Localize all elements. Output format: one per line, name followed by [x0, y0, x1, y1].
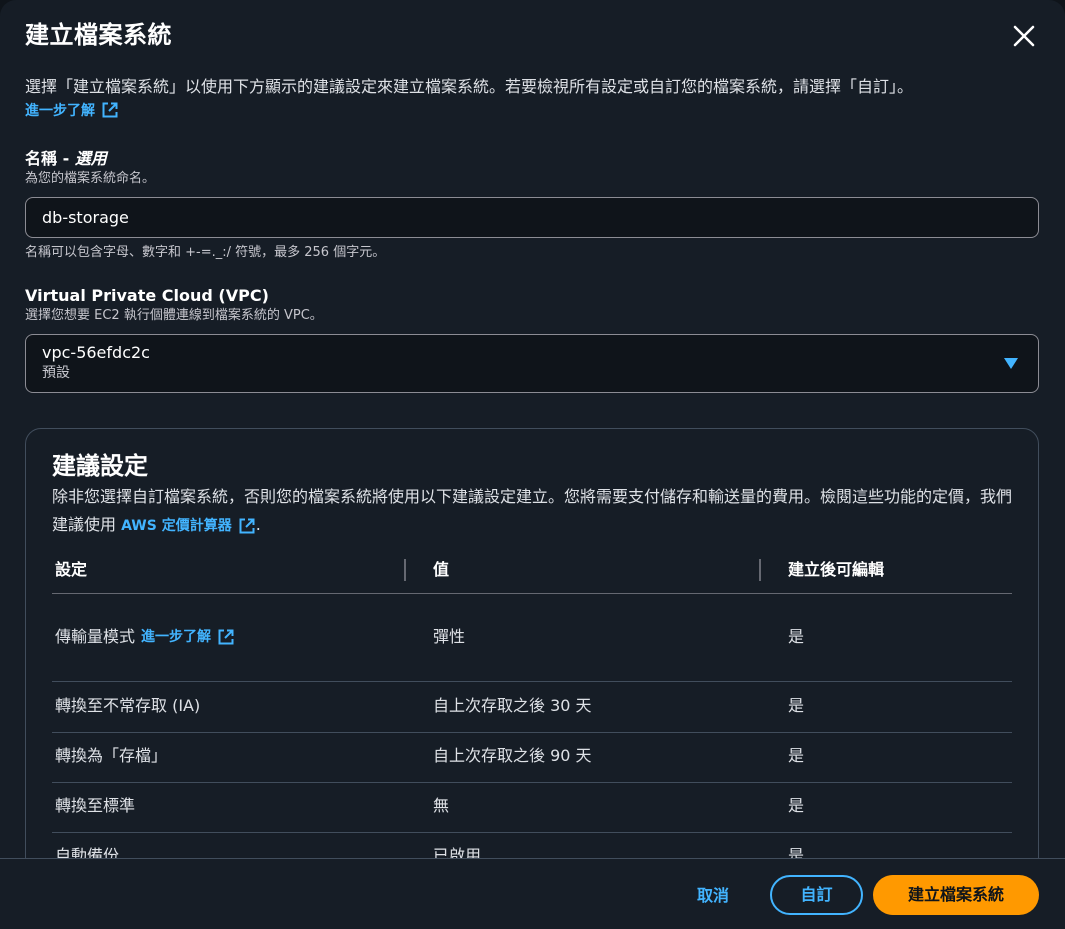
row-setting-cell: 轉換至不常存取 (IA) — [55, 696, 201, 715]
pricing-calculator-link[interactable]: AWS 定價計算器 — [121, 512, 256, 540]
create-file-system-modal: 建立檔案系統 選擇「建立檔案系統」以使用下方顯示的建議設定來建立檔案系統。若要檢… — [0, 0, 1065, 929]
vpc-field-label: Virtual Private Cloud (VPC) — [25, 286, 269, 305]
row-editable-cell: 是 — [788, 746, 805, 765]
vpc-field-description: 選擇您想要 EC2 執行個體連線到檔案系統的 VPC。 — [25, 308, 323, 323]
table-row: 轉換為「存檔」 自上次存取之後 90 天 是 — [52, 733, 1012, 783]
close-button[interactable] — [1010, 22, 1038, 50]
close-icon — [1013, 25, 1035, 47]
caret-down-icon — [1004, 358, 1018, 369]
table-row: 轉換至不常存取 (IA) 自上次存取之後 30 天 是 — [52, 682, 1012, 733]
throughput-learn-more-link[interactable]: 進一步了解 — [141, 626, 235, 648]
column-header-editable: 建立後可編輯 — [788, 560, 885, 579]
learn-more-link[interactable]: 進一步了解 — [25, 100, 119, 120]
create-file-system-button[interactable]: 建立檔案系統 — [873, 875, 1039, 915]
name-field-description: 為您的檔案系統命名。 — [25, 171, 156, 186]
name-field-constraint: 名稱可以包含字母、數字和 +-=._:/ 符號，最多 256 個字元。 — [25, 245, 386, 260]
table-row: 傳輸量模式 進一步了解 彈性 是 — [52, 594, 1012, 682]
column-divider — [404, 559, 406, 581]
vpc-select-value: vpc-56efdc2c — [42, 343, 150, 362]
row-editable-cell: 是 — [788, 696, 805, 715]
row-value-cell: 自上次存取之後 90 天 — [433, 746, 592, 765]
external-link-icon — [102, 102, 118, 118]
pricing-calculator-label: AWS 定價計算器 — [121, 518, 232, 534]
throughput-learn-more-label: 進一步了解 — [141, 629, 212, 645]
name-label-text: 名稱 - — [25, 149, 75, 168]
row-value-cell: 自上次存取之後 30 天 — [433, 696, 592, 715]
row-setting-cell: 轉換為「存檔」 — [55, 746, 168, 765]
vpc-select[interactable]: vpc-56efdc2c 預設 — [25, 334, 1039, 393]
name-field: 名稱 - 選用 為您的檔案系統命名。 db-storage 名稱可以包含字母、數… — [25, 148, 1039, 262]
settings-table: 設定 值 建立後可編輯 傳輸量模式 進一步了解 彈性 是 轉換至不常存取 (IA… — [52, 551, 1012, 882]
row-setting-cell: 轉換至標準 — [55, 796, 136, 815]
row-value-cell: 彈性 — [433, 627, 466, 646]
throughput-mode-label: 傳輸量模式 — [55, 627, 136, 646]
row-value-cell: 無 — [433, 796, 450, 815]
table-header: 設定 值 建立後可編輯 — [52, 551, 1012, 594]
column-header-value: 值 — [433, 560, 450, 579]
name-field-label: 名稱 - 選用 — [25, 148, 1039, 170]
vpc-field: Virtual Private Cloud (VPC) 選擇您想要 EC2 執行… — [25, 285, 1039, 393]
cancel-button[interactable]: 取消 — [673, 877, 753, 917]
column-header-setting: 設定 — [55, 560, 88, 579]
vpc-select-sublabel: 預設 — [42, 365, 70, 381]
modal-body: 選擇「建立檔案系統」以使用下方顯示的建議設定來建立檔案系統。若要檢視所有設定或自… — [25, 74, 1039, 393]
table-row: 轉換至標準 無 是 — [52, 783, 1012, 833]
recommended-settings-description: 除非您選擇自訂檔案系統，否則您的檔案系統將使用以下建議設定建立。您將需要支付儲存… — [52, 483, 1012, 540]
recommended-settings-container: 建議設定 除非您選擇自訂檔案系統，否則您的檔案系統將使用以下建議設定建立。您將需… — [25, 428, 1039, 929]
recommended-settings-title: 建議設定 — [52, 452, 148, 480]
recommended-description-end: . — [255, 515, 261, 534]
column-divider — [759, 559, 761, 581]
modal-description: 選擇「建立檔案系統」以使用下方顯示的建議設定來建立檔案系統。若要檢視所有設定或自… — [25, 77, 914, 96]
modal-header: 建立檔案系統 — [25, 18, 1040, 54]
row-editable-cell: 是 — [788, 796, 805, 815]
customize-button[interactable]: 自訂 — [770, 875, 863, 915]
external-link-icon — [218, 629, 234, 645]
row-editable-cell: 是 — [788, 627, 805, 646]
modal-title: 建立檔案系統 — [25, 21, 172, 49]
external-link-icon — [239, 518, 255, 534]
name-input[interactable]: db-storage — [25, 197, 1039, 238]
row-setting-cell: 傳輸量模式 進一步了解 — [55, 626, 235, 648]
name-label-optional: 選用 — [74, 149, 107, 168]
learn-more-label: 進一步了解 — [25, 103, 95, 119]
modal-footer: 取消 自訂 建立檔案系統 — [0, 858, 1065, 929]
